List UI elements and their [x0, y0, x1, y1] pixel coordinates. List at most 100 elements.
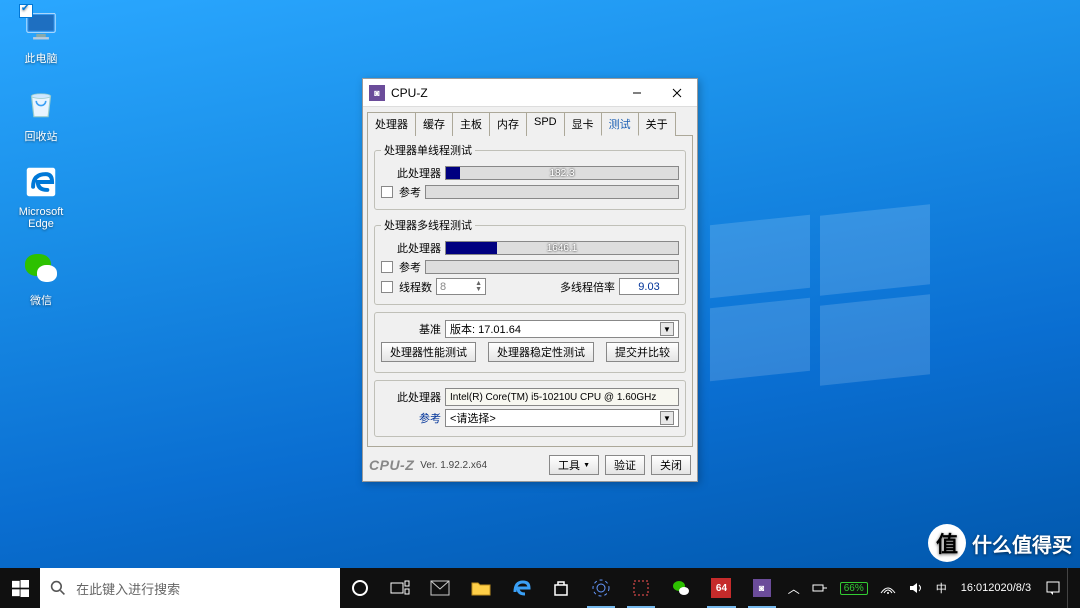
- tab-graphics[interactable]: 显卡: [564, 112, 602, 136]
- tab-memory[interactable]: 内存: [489, 112, 527, 136]
- taskbar-app-aida[interactable]: 64: [701, 568, 741, 608]
- reference-label: 参考: [381, 410, 441, 426]
- mail-icon: [430, 580, 450, 596]
- validate-button[interactable]: 验证: [605, 455, 645, 475]
- tray-notifications[interactable]: [1039, 568, 1067, 608]
- edge-icon: [22, 163, 60, 201]
- threads-label: 线程数: [399, 279, 432, 295]
- wallpaper-windows-logo: [710, 210, 930, 380]
- tray-clock[interactable]: 16:01 2020/8/3: [953, 568, 1039, 608]
- search-placeholder: 在此键入进行搜索: [76, 579, 180, 598]
- bench-button[interactable]: 处理器性能测试: [381, 342, 476, 362]
- desktop-icon-label: 微信: [6, 292, 76, 308]
- taskbar-app-explorer[interactable]: [461, 568, 501, 608]
- version-label: Ver. 1.92.2.x64: [420, 460, 487, 471]
- multi-ref-bar: [425, 260, 679, 274]
- group-legend: 处理器多线程测试: [381, 217, 475, 233]
- taskbar-app-edge[interactable]: [501, 568, 541, 608]
- ratio-label: 多线程倍率: [560, 279, 615, 295]
- desktop-icon-recycle-bin[interactable]: 回收站: [6, 84, 76, 144]
- tab-about[interactable]: 关于: [638, 112, 676, 136]
- tray-power[interactable]: [806, 568, 834, 608]
- aida64-icon: 64: [711, 578, 731, 598]
- single-thread-bar: 182.3: [445, 166, 679, 180]
- tab-caches[interactable]: 缓存: [415, 112, 453, 136]
- volume-icon: [908, 581, 924, 595]
- taskbar-app-cpuz[interactable]: ◙: [742, 568, 782, 608]
- tray-overflow[interactable]: ︿: [782, 568, 806, 608]
- store-icon: [552, 579, 570, 597]
- desktop-icon-wechat[interactable]: 微信: [6, 248, 76, 308]
- multi-thread-value: 1646.1: [446, 242, 678, 254]
- tab-bench[interactable]: 测试: [601, 112, 639, 136]
- single-thread-group: 处理器单线程测试 此处理器 182.3 参考: [374, 142, 686, 210]
- wechat-icon: [21, 248, 61, 288]
- close-button[interactable]: [657, 79, 697, 107]
- watermark: 值 什么值得买: [928, 524, 1072, 562]
- taskbar: 在此键入进行搜索 64 ◙ ︿ 66% 中 16:01 2020/8/3: [0, 568, 1080, 608]
- cpuz-icon: ◙: [753, 579, 771, 597]
- tray-battery[interactable]: 66%: [834, 568, 874, 608]
- taskbar-app-mail[interactable]: [420, 568, 460, 608]
- recycle-bin-icon: [22, 85, 60, 123]
- cortana-icon: [351, 579, 369, 597]
- tray-volume[interactable]: [902, 568, 930, 608]
- chevron-down-icon: ▼: [660, 411, 674, 425]
- tray-network[interactable]: [874, 568, 902, 608]
- close-button[interactable]: 关闭: [651, 455, 691, 475]
- titlebar[interactable]: ◙ CPU-Z: [363, 79, 697, 107]
- multi-thread-group: 处理器多线程测试 此处理器 1646.1 参考 线程数 8▲▼ 多线程倍率 9.…: [374, 217, 686, 305]
- tools-button[interactable]: 工具 ▼: [549, 455, 599, 475]
- wifi-icon: [880, 581, 896, 595]
- group-legend: 处理器单线程测试: [381, 142, 475, 158]
- stress-button[interactable]: 处理器稳定性测试: [488, 342, 594, 362]
- tab-strip: 处理器 缓存 主板 内存 SPD 显卡 测试 关于: [363, 107, 697, 135]
- snip-icon: [631, 578, 651, 598]
- desktop-icon-label: Microsoft Edge: [6, 206, 76, 230]
- tab-mainboard[interactable]: 主板: [452, 112, 490, 136]
- reference-combo[interactable]: <请选择>▼: [445, 409, 679, 427]
- taskbar-app-wechat[interactable]: [661, 568, 701, 608]
- cortana-button[interactable]: [340, 568, 380, 608]
- taskbar-app-store[interactable]: [541, 568, 581, 608]
- show-desktop-button[interactable]: [1067, 568, 1080, 608]
- app-icon: ◙: [369, 85, 385, 101]
- threads-spinner[interactable]: 8▲▼: [436, 278, 486, 295]
- taskbar-app-settings[interactable]: [581, 568, 621, 608]
- notification-icon: [1045, 580, 1061, 596]
- cpu-info-group: 此处理器 Intel(R) Core(TM) i5-10210U CPU @ 1…: [374, 380, 686, 437]
- cpuz-window: ◙ CPU-Z 处理器 缓存 主板 内存 SPD 显卡 测试 关于 处理器单线程…: [362, 78, 698, 482]
- search-box[interactable]: 在此键入进行搜索: [40, 568, 340, 608]
- windows-icon: [12, 580, 29, 597]
- desktop-icon-this-pc[interactable]: 此电脑: [6, 6, 76, 66]
- wechat-icon: [671, 578, 691, 598]
- gear-icon: [591, 578, 611, 598]
- ref-checkbox[interactable]: [381, 186, 393, 198]
- baseline-group: 基准 版本: 17.01.64▼ 处理器性能测试 处理器稳定性测试 提交并比较: [374, 312, 686, 373]
- tab-spd[interactable]: SPD: [526, 112, 565, 136]
- multi-thread-bar: 1646.1: [445, 241, 679, 255]
- desktop-icon-label: 回收站: [6, 128, 76, 144]
- window-title: CPU-Z: [391, 86, 617, 100]
- submit-button[interactable]: 提交并比较: [606, 342, 679, 362]
- cpu-name-field: Intel(R) Core(TM) i5-10210U CPU @ 1.60GH…: [445, 388, 679, 406]
- threads-checkbox[interactable]: [381, 281, 393, 293]
- ref-checkbox[interactable]: [381, 261, 393, 273]
- edge-icon: [511, 578, 531, 598]
- taskview-button[interactable]: [380, 568, 420, 608]
- search-icon: [50, 580, 66, 596]
- tab-cpu[interactable]: 处理器: [367, 112, 416, 136]
- baseline-combo[interactable]: 版本: 17.01.64▼: [445, 320, 679, 338]
- taskbar-app-snip[interactable]: [621, 568, 661, 608]
- clock-time: 16:01: [961, 582, 989, 595]
- desktop-icon-edge[interactable]: Microsoft Edge: [6, 162, 76, 230]
- watermark-badge: 值: [928, 524, 966, 562]
- clock-date: 2020/8/3: [988, 582, 1031, 595]
- this-cpu-label: 此处理器: [381, 240, 441, 256]
- tray-ime[interactable]: 中: [930, 568, 953, 608]
- this-cpu-label: 此处理器: [381, 389, 441, 405]
- ref-label: 参考: [399, 184, 421, 200]
- watermark-text: 什么值得买: [972, 529, 1072, 558]
- minimize-button[interactable]: [617, 79, 657, 107]
- start-button[interactable]: [0, 568, 40, 608]
